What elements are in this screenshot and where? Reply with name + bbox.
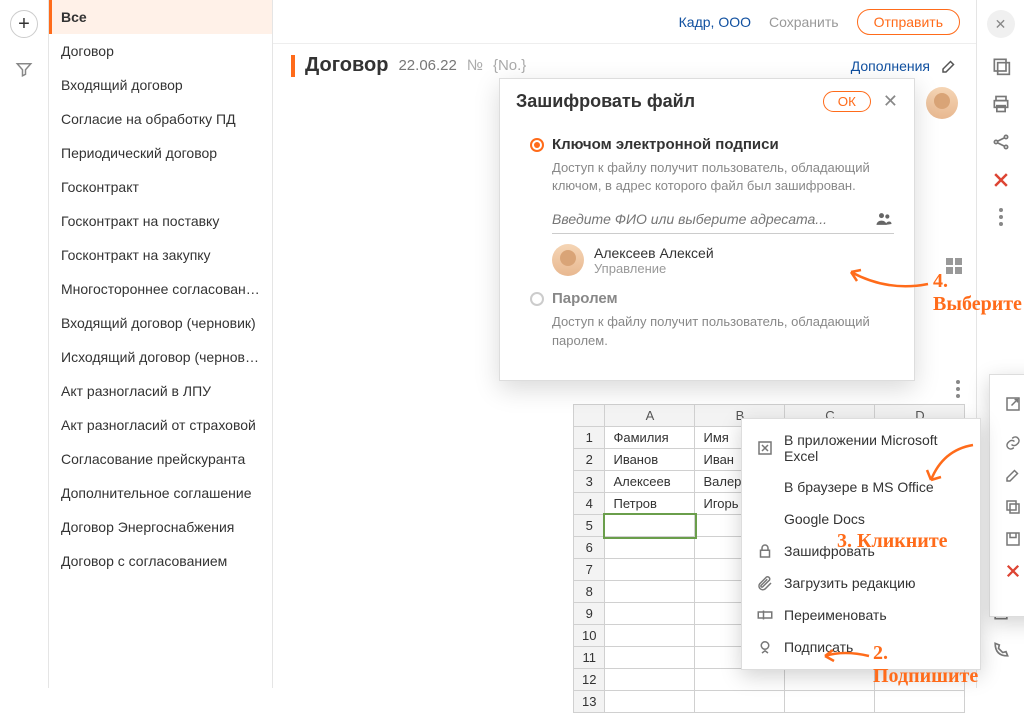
menu-item-label: В приложении Microsoft Excel [784, 432, 966, 464]
rename-icon [756, 606, 774, 624]
print-icon[interactable] [991, 94, 1011, 114]
left-rail: + [0, 0, 49, 688]
menu-item[interactable]: Зашифровать [742, 535, 980, 567]
sidebar-item[interactable]: Госконтракт на поставку [49, 204, 272, 238]
lock-icon [756, 542, 774, 560]
sidebar-item[interactable]: Договор Энергоснабжения [49, 510, 272, 544]
sidebar-item[interactable]: Входящий договор (черновик) [49, 306, 272, 340]
sidebar-item[interactable]: Акт разногласий от страховой [49, 408, 272, 442]
modal-close[interactable]: ✕ [883, 91, 898, 112]
menu-item[interactable]: Загрузить редакцию [742, 567, 980, 599]
radio-on-icon [530, 138, 544, 152]
doc-date: 22.06.22 [398, 57, 456, 74]
menu-item-label: Зашифровать [784, 543, 875, 559]
sidebar-item[interactable]: Все [49, 0, 272, 34]
doc-number-placeholder: {No.} [493, 57, 526, 74]
main-pane: Кадр, ООО Сохранить Отправить Договор 22… [273, 0, 976, 688]
radio-password[interactable]: Паролем [530, 290, 894, 307]
menu-item-label: Подписать [784, 639, 853, 655]
radio-key[interactable]: Ключом электронной подписи [530, 136, 894, 153]
menu-item[interactable]: Открыть в новой вкладке [990, 381, 1024, 427]
sidebar-item[interactable]: Акт разногласий в ЛПУ [49, 374, 272, 408]
sidebar-item[interactable]: Исходящий договор (черновик) [49, 340, 272, 374]
topbar: Кадр, ООО Сохранить Отправить [273, 0, 976, 44]
view-grid-toggle[interactable] [946, 258, 962, 274]
sidebar-item[interactable]: Договор с согласованием [49, 544, 272, 578]
delete-x-icon[interactable] [991, 170, 1011, 190]
attachment-kebab[interactable] [956, 380, 960, 398]
sidebar-item[interactable]: Договор [49, 34, 272, 68]
save-link[interactable]: Сохранить [769, 14, 839, 30]
title-row: Договор 22.06.22 № {No.} Дополнения [273, 44, 976, 81]
menu-item[interactable]: В приложении Microsoft Excel [742, 425, 980, 471]
excel-icon [756, 439, 774, 457]
menu-item-label: Google Docs [784, 511, 865, 527]
recipient-input-row [552, 205, 894, 234]
delete-icon [1004, 562, 1022, 580]
menu-item[interactable]: Редактировать› [990, 459, 1024, 491]
menu-item[interactable]: Переименовать [742, 599, 980, 631]
accent-bar [291, 55, 295, 77]
pencil-icon [1004, 466, 1022, 484]
clip-icon [756, 574, 774, 592]
radio-key-label: Ключом электронной подписи [552, 136, 779, 153]
file-context-menu: Открыть в новой вкладкеКопировать ссылку… [989, 374, 1024, 617]
sidebar-item[interactable]: Периодический договор [49, 136, 272, 170]
menu-item[interactable]: Подписать [742, 631, 980, 663]
menu-item[interactable]: Копировать [990, 491, 1024, 523]
radio-password-desc: Доступ к файлу получит пользователь, обл… [552, 313, 894, 349]
sidebar-item[interactable]: Дополнительное соглашение [49, 476, 272, 510]
radio-off-icon [530, 292, 544, 306]
person-name: Алексеев Алексей [594, 245, 714, 261]
menu-item[interactable]: В браузере в MS Office [742, 471, 980, 503]
person-avatar [552, 244, 584, 276]
edit-submenu: В приложении Microsoft Excel В браузере в… [741, 418, 981, 670]
author-avatar[interactable] [926, 87, 958, 119]
copy-icon [1004, 498, 1022, 516]
menu-item[interactable]: Удалить [990, 555, 1024, 587]
ok-button[interactable]: ОК [823, 91, 871, 112]
close-panel-button[interactable]: ✕ [987, 10, 1015, 38]
right-rail-kebab[interactable] [999, 208, 1003, 226]
blank-icon [756, 478, 774, 496]
edit-icon[interactable] [940, 57, 958, 75]
menu-item[interactable]: Скачать [990, 523, 1024, 555]
sidebar-item[interactable]: Входящий договор [49, 68, 272, 102]
stamp-icon [756, 638, 774, 656]
company-link[interactable]: Кадр, ООО [679, 14, 751, 30]
sidebar-item[interactable]: Многостороннее согласование [49, 272, 272, 306]
additions-link[interactable]: Дополнения [851, 58, 930, 74]
menu-item[interactable]: Google Docs [742, 503, 980, 535]
selected-person[interactable]: Алексеев Алексей Управление [552, 244, 894, 276]
add-button[interactable]: + [10, 10, 38, 38]
radio-password-label: Паролем [552, 290, 618, 307]
sidebar-item[interactable]: Госконтракт [49, 170, 272, 204]
save-icon [1004, 530, 1022, 548]
share-icon[interactable] [991, 132, 1011, 152]
modal-title: Зашифровать файл [516, 91, 823, 112]
menu-item-label: В браузере в MS Office [784, 479, 934, 495]
menu-expand[interactable]: ⌄ [990, 587, 1024, 610]
windows-icon[interactable] [991, 56, 1011, 76]
menu-item-label: Переименовать [784, 607, 887, 623]
people-icon[interactable] [874, 209, 894, 229]
sidebar-item[interactable]: Госконтракт на закупку [49, 238, 272, 272]
sidebar-item[interactable]: Согласование прейскуранта [49, 442, 272, 476]
link-icon [1004, 434, 1022, 452]
doc-title: Договор [305, 54, 388, 77]
sidebar: ВсеДоговорВходящий договорСогласие на об… [49, 0, 273, 688]
filter-icon[interactable] [15, 60, 33, 78]
open-icon [1004, 395, 1022, 413]
menu-item-label: Загрузить редакцию [784, 575, 916, 591]
radio-key-desc: Доступ к файлу получит пользователь, обл… [552, 159, 894, 195]
recipient-input[interactable] [552, 211, 874, 227]
encrypt-modal: Зашифровать файл ОК ✕ Ключом электронной… [499, 78, 915, 381]
doc-number-prefix: № [467, 57, 483, 74]
blank-icon [756, 510, 774, 528]
send-button[interactable]: Отправить [857, 9, 960, 35]
person-dept: Управление [594, 261, 714, 276]
menu-item[interactable]: Копировать ссылку [990, 427, 1024, 459]
sidebar-item[interactable]: Согласие на обработку ПД [49, 102, 272, 136]
